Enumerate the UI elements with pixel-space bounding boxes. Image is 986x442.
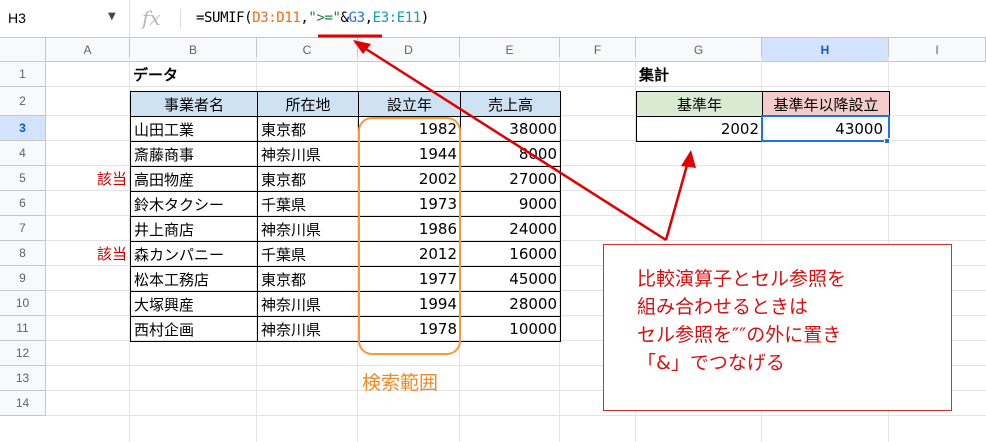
fx-icon: fx: [142, 6, 161, 30]
column-header-g[interactable]: G: [636, 38, 762, 62]
cell-location[interactable]: 神奈川県: [257, 141, 359, 167]
cell-company[interactable]: 山田工業: [130, 116, 258, 142]
cell-location[interactable]: 神奈川県: [257, 216, 359, 242]
cell-company[interactable]: 西村企画: [130, 316, 258, 342]
column-header-f[interactable]: F: [560, 38, 636, 62]
formula-divider: [180, 9, 181, 29]
row-header-14[interactable]: 14: [0, 391, 46, 416]
cell-company[interactable]: 斎藤商事: [130, 141, 258, 167]
row-header-3[interactable]: 3: [0, 116, 46, 141]
cell-sales[interactable]: 28000: [460, 291, 561, 317]
cell-sales[interactable]: 38000: [460, 116, 561, 142]
cell-location[interactable]: 神奈川県: [257, 316, 359, 342]
column-header-d[interactable]: D: [358, 38, 460, 62]
column-header-e[interactable]: E: [460, 38, 560, 62]
base-year-value[interactable]: 2002: [636, 116, 763, 142]
formula-cell-ref: G3: [348, 10, 365, 26]
header-company-name[interactable]: 事業者名: [130, 91, 258, 117]
cell-sales[interactable]: 10000: [460, 316, 561, 342]
cell-sales[interactable]: 27000: [460, 166, 561, 192]
note-line: セル参照を″″の外に置き: [637, 324, 842, 346]
header-founded-since-base[interactable]: 基準年以降設立: [762, 91, 890, 117]
match-label-row5[interactable]: 該当: [46, 166, 130, 191]
cell-company[interactable]: 大塚興産: [130, 291, 258, 317]
row-header-8[interactable]: 8: [0, 241, 46, 266]
note-line: 組み合わせるときは: [637, 296, 809, 318]
cell-location[interactable]: 神奈川県: [257, 291, 359, 317]
name-box-value: H3: [8, 10, 26, 26]
row-header-9[interactable]: 9: [0, 266, 46, 291]
formula-string-literal: ">=": [308, 10, 341, 26]
row-header-12[interactable]: 12: [0, 341, 46, 366]
name-box[interactable]: H3 ▼: [0, 0, 130, 38]
cell-sales[interactable]: 9000: [460, 191, 561, 217]
formula-sum-range-ref: E3:E11: [372, 10, 422, 26]
cell-sales[interactable]: 45000: [460, 266, 561, 292]
cell-location[interactable]: 東京都: [257, 266, 359, 292]
row-header-4[interactable]: 4: [0, 141, 46, 166]
gridline: [46, 415, 986, 416]
header-base-year[interactable]: 基準年: [636, 91, 763, 117]
annotation-note: 比較演算子とセル参照を 組み合わせるときは セル参照を″″の外に置き 「&」でつ…: [603, 244, 952, 411]
header-location[interactable]: 所在地: [257, 91, 359, 117]
summary-title[interactable]: 集計: [636, 62, 762, 87]
column-header-c[interactable]: C: [257, 38, 358, 62]
column-header-h[interactable]: H: [762, 38, 889, 62]
column-header-i[interactable]: I: [889, 38, 986, 62]
cell-location[interactable]: 千葉県: [257, 241, 359, 267]
formula-bar: H3 ▼ fx =SUMIF(D3:D11,">="&G3,E3:E11): [0, 0, 986, 38]
column-header-b[interactable]: B: [130, 38, 257, 62]
row-header-10[interactable]: 10: [0, 291, 46, 316]
formula-part: ): [420, 10, 429, 26]
row-header-6[interactable]: 6: [0, 191, 46, 216]
search-range-highlight: [358, 117, 461, 355]
note-line: 「&」でつなげる: [637, 352, 785, 374]
formula-part: ,: [364, 10, 373, 26]
row-header-11[interactable]: 11: [0, 316, 46, 341]
header-founded-year[interactable]: 設立年: [358, 91, 461, 117]
cell-location[interactable]: 千葉県: [257, 191, 359, 217]
cell-company[interactable]: 森カンパニー: [130, 241, 258, 267]
row-header-2[interactable]: 2: [0, 87, 46, 116]
match-label-row8[interactable]: 該当: [46, 241, 130, 266]
formula-part: =SUMIF(: [196, 10, 253, 26]
dropdown-arrow-icon[interactable]: ▼: [108, 11, 116, 22]
formula-part: &: [340, 10, 349, 26]
cell-location[interactable]: 東京都: [257, 116, 359, 142]
select-all-corner[interactable]: [0, 38, 46, 62]
row-header-7[interactable]: 7: [0, 216, 46, 241]
active-cell-selection: [761, 115, 890, 142]
note-line: 比較演算子とセル参照を: [637, 268, 847, 290]
cell-company[interactable]: 鈴木タクシー: [130, 191, 258, 217]
cell-sales[interactable]: 16000: [460, 241, 561, 267]
data-table-title[interactable]: データ: [130, 62, 257, 87]
cell-location[interactable]: 東京都: [257, 166, 359, 192]
column-header-a[interactable]: A: [46, 38, 130, 62]
formula-input[interactable]: =SUMIF(D3:D11,">="&G3,E3:E11): [196, 10, 429, 26]
cell-company[interactable]: 松本工務店: [130, 266, 258, 292]
row-header-5[interactable]: 5: [0, 166, 46, 191]
row-header-1[interactable]: 1: [0, 62, 46, 87]
fill-handle[interactable]: [884, 138, 890, 144]
header-sales[interactable]: 売上高: [460, 91, 561, 117]
formula-range-ref: D3:D11: [252, 10, 301, 26]
search-range-label: 検索範囲: [362, 372, 439, 394]
cell-sales[interactable]: 24000: [460, 216, 561, 242]
cell-sales[interactable]: 8000: [460, 141, 561, 167]
cell-company[interactable]: 井上商店: [130, 216, 258, 242]
cell-company[interactable]: 高田物産: [130, 166, 258, 192]
row-header-13[interactable]: 13: [0, 366, 46, 391]
